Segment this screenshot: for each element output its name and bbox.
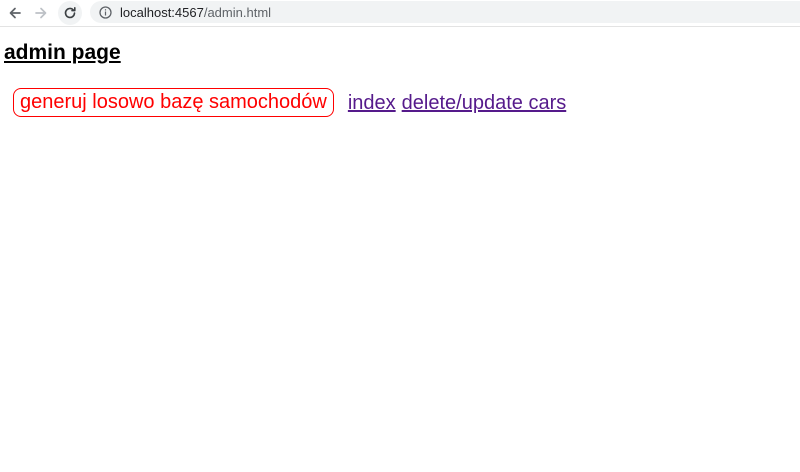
reload-icon [63, 6, 77, 20]
url-path: /admin.html [203, 4, 272, 20]
arrow-left-icon [8, 6, 22, 20]
page-content: admin page generuj losowo bazę samochodó… [0, 27, 800, 472]
reload-button[interactable] [58, 1, 82, 25]
actions-row: generuj losowo bazę samochodów index del… [13, 88, 566, 117]
url-host: localhost:4567 [120, 4, 204, 20]
arrow-right-icon [34, 6, 48, 20]
info-icon[interactable] [98, 5, 112, 19]
address-bar[interactable]: localhost:4567/admin.html [90, 1, 800, 23]
forward-button[interactable] [30, 2, 52, 24]
index-link[interactable]: index [348, 91, 396, 115]
delete-update-cars-link[interactable]: delete/update cars [402, 91, 567, 115]
browser-toolbar: localhost:4567/admin.html [0, 0, 800, 27]
url-text: localhost:4567/admin.html [120, 5, 271, 20]
back-button[interactable] [4, 2, 26, 24]
generate-random-database-button[interactable]: generuj losowo bazę samochodów [13, 88, 334, 117]
page-title: admin page [4, 41, 121, 64]
